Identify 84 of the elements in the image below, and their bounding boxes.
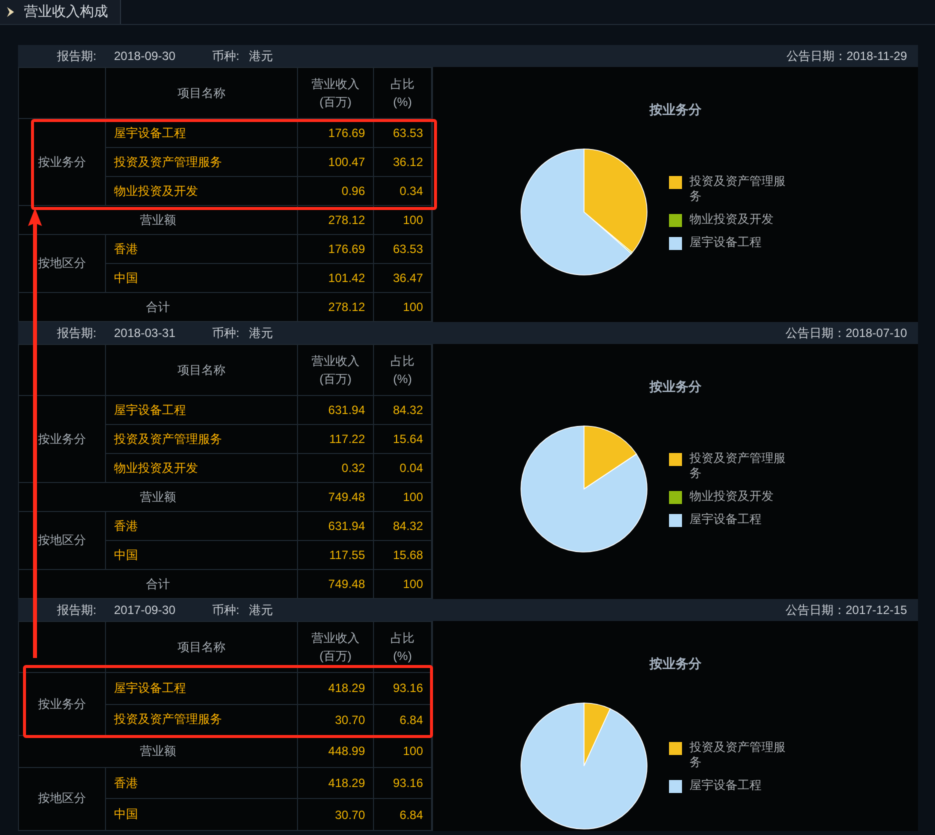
revenue-cell: 448.99 [298,736,374,768]
revenue-cell: 100.47 [298,148,374,176]
column-header: 项目名称 [106,68,298,118]
revenue-cell: 631.94 [298,512,374,540]
column-header: 占比 (%) [374,622,432,672]
share-cell: 84.32 [374,512,432,540]
revenue-cell: 176.69 [298,234,374,264]
share-cell: 36.47 [374,264,432,292]
share-cell: 63.53 [374,234,432,264]
revenue-cell: 0.32 [298,454,374,482]
currency-label: 币种: [212,602,240,618]
revenue-cell: 631.94 [298,396,374,424]
legend-label: 屋宇设备工程 [690,235,762,250]
chart-title: 按业务分 [650,101,702,119]
announce-date: 2018-11-29 [846,49,907,63]
chart-title: 按业务分 [650,378,702,396]
share-cell: 100 [374,206,432,234]
currency-label: 币种: [212,324,240,342]
announce-date: 2017-12-15 [846,603,907,617]
revenue-cell: 101.42 [298,264,374,292]
item-name-cell: 投资及资产管理服务 [106,424,298,454]
legend-label: 投资及资产管理服务 [690,451,786,481]
legend-label: 物业投资及开发 [690,212,774,227]
item-name-cell: 香港 [106,234,298,264]
announce-label: 公告日期： [786,324,846,342]
period-value: 2018-03-31 [114,326,176,340]
category-cell: 按业务分 [18,118,106,206]
item-name-cell: 中国 [106,798,298,830]
column-header: 项目名称 [106,622,298,672]
chart-title: 按业务分 [650,655,702,673]
category-cell: 按业务分 [18,672,106,736]
column-header: 营业收入 (百万) [298,344,374,396]
share-cell: 84.32 [374,396,432,424]
period-value: 2017-09-30 [114,603,176,617]
column-header: 占比 (%) [374,344,432,396]
share-cell: 100 [374,736,432,768]
item-name-cell: 中国 [106,540,298,570]
share-cell: 0.04 [374,454,432,482]
revenue-cell: 418.29 [298,672,374,704]
item-name-cell: 屋宇设备工程 [106,672,298,704]
revenue-cell: 418.29 [298,767,374,799]
legend-label: 物业投资及开发 [690,489,774,504]
currency-label: 币种: [212,48,240,64]
revenue-cell: 117.55 [298,540,374,570]
announce-label: 公告日期： [786,602,846,618]
item-name-cell: 中国 [106,264,298,292]
item-name-cell: 屋宇设备工程 [106,396,298,424]
revenue-cell: 0.96 [298,176,374,206]
share-cell: 0.34 [374,176,432,206]
column-header: 营业收入 (百万) [298,68,374,118]
share-cell: 36.12 [374,148,432,176]
legend-label: 投资及资产管理服务 [690,174,786,204]
currency-value: 港元 [249,48,273,64]
revenue-cell: 117.22 [298,424,374,454]
category-cell: 按地区分 [18,767,106,830]
revenue-cell: 278.12 [298,206,374,234]
column-header: 项目名称 [106,344,298,396]
revenue-cell: 749.48 [298,482,374,512]
tab-title: 营业收入构成 [24,3,108,21]
column-header: 占比 (%) [374,68,432,118]
legend-label: 屋宇设备工程 [690,778,762,792]
legend-label: 投资及资产管理服务 [690,740,786,770]
legend-label: 屋宇设备工程 [690,512,762,527]
period-label: 报告期: [57,602,98,618]
column-header: 营业收入 (百万) [298,622,374,672]
share-cell: 93.16 [374,767,432,799]
total-label-cell: 营业额 [18,736,298,768]
share-cell: 15.68 [374,540,432,570]
item-name-cell: 物业投资及开发 [106,454,298,482]
revenue-cell: 30.70 [298,798,374,830]
item-name-cell: 香港 [106,767,298,799]
period-value: 2018-09-30 [114,49,176,63]
item-name-cell: 物业投资及开发 [106,176,298,206]
period-label: 报告期: [57,324,98,342]
currency-value: 港元 [249,324,273,342]
announce-label: 公告日期： [786,48,846,64]
share-cell: 15.64 [374,424,432,454]
period-label: 报告期: [57,48,98,64]
announce-date: 2018-07-10 [846,326,907,340]
share-cell: 100 [374,482,432,512]
item-name-cell: 香港 [106,512,298,540]
share-cell: 6.84 [374,798,432,830]
item-name-cell: 投资及资产管理服务 [106,148,298,176]
currency-value: 港元 [249,602,273,618]
